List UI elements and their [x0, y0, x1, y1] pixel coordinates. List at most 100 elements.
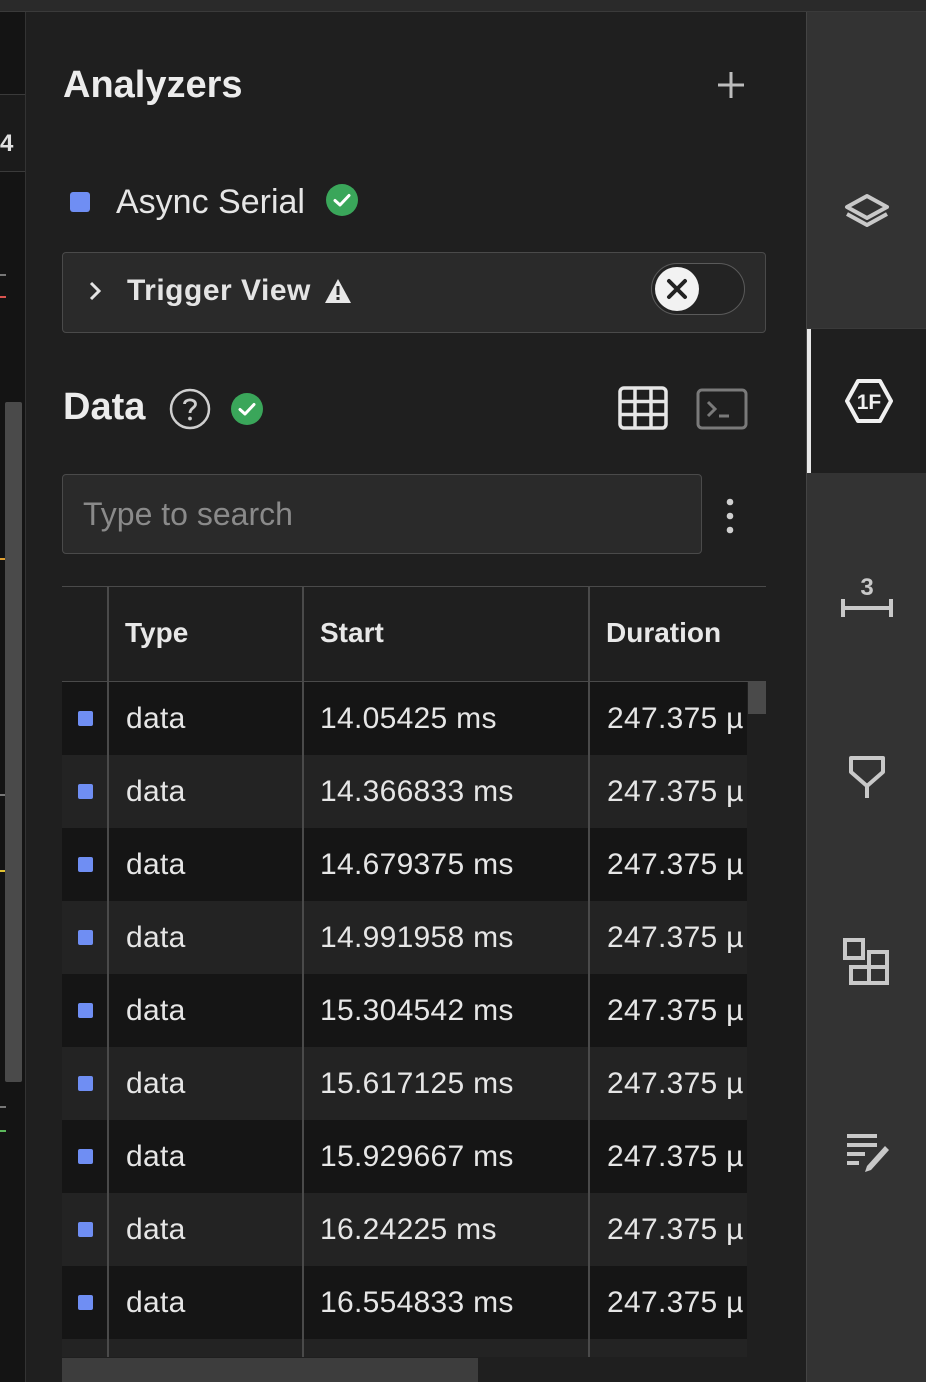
cell-type: data [126, 1067, 186, 1100]
check-circle-icon [230, 392, 264, 431]
table-row[interactable]: data 14.679375 ms 247.375 µ [62, 828, 747, 901]
waveform-tick [0, 274, 6, 276]
cell-duration: 247.375 µ [607, 1067, 744, 1100]
cell-type: data [126, 1286, 186, 1319]
table-body: data 14.05425 ms 247.375 µ data 14.366833 ms… [62, 682, 747, 1357]
sidebar-rail: 1F 3 [806, 12, 926, 1382]
chevron-right-icon[interactable] [85, 279, 105, 308]
cell-start: 15.617125 ms [320, 1067, 514, 1100]
cell-duration: 247.375 µ [607, 1213, 744, 1246]
cell-duration-wrap: 247.375 µ [590, 901, 747, 974]
cell-start: 16.554833 ms [320, 1286, 514, 1319]
cell-start: 14.366833 ms [320, 775, 514, 808]
waveform-tick [0, 296, 6, 298]
measure-label: 3 [860, 574, 873, 601]
cell-type: data [126, 1140, 186, 1173]
channel-color-swatch [78, 1003, 93, 1018]
column-header-start[interactable]: Start [320, 617, 384, 649]
top-border [0, 0, 926, 12]
trigger-view-bar[interactable]: Trigger View [62, 252, 766, 333]
cell-duration-wrap: 247.375 µ [590, 1266, 747, 1339]
cell-start: 15.929667 ms [320, 1140, 514, 1173]
terminal-icon[interactable] [696, 388, 748, 435]
cell-type: data [126, 994, 186, 1027]
search-input[interactable] [62, 474, 702, 554]
table-row[interactable]: data 16.24225 ms 247.375 µ [62, 1193, 747, 1266]
cell-duration: 247.375 µ [607, 702, 744, 735]
table-header: Type Start Duration [62, 587, 766, 682]
table-icon[interactable] [618, 386, 668, 435]
marker-icon[interactable] [807, 722, 926, 832]
channel-color-swatch [78, 711, 93, 726]
column-divider[interactable] [107, 587, 109, 1357]
table-row[interactable]: data 16.554833 ms 247.375 µ [62, 1266, 747, 1339]
data-title: Data [63, 386, 146, 428]
analyzers-1f-icon[interactable]: 1F [807, 329, 926, 473]
timeline-label: 4 [0, 130, 14, 157]
column-divider[interactable] [302, 587, 304, 1357]
cell-duration-wrap: 247.375 µ [590, 974, 747, 1047]
cell-duration: 247.375 µ [607, 1140, 744, 1173]
channel-color-swatch [78, 930, 93, 945]
cell-duration: 247.375 µ [607, 848, 744, 881]
data-table: Type Start Duration data 14.05425 ms 247.3… [62, 586, 766, 1357]
extensions-icon[interactable] [807, 907, 926, 1017]
analyzers-title: Analyzers [63, 64, 243, 106]
cell-duration-wrap: 247.375 µ [590, 755, 747, 828]
help-circle-icon[interactable] [169, 388, 211, 435]
cell-duration-wrap: 247.375 µ [590, 1193, 747, 1266]
cell-duration: 247.375 µ [607, 994, 744, 1027]
more-vertical-icon[interactable] [726, 498, 734, 539]
trigger-view-label: Trigger View [127, 274, 311, 307]
cell-type: data [126, 775, 186, 808]
channel-color-swatch [78, 1076, 93, 1091]
plus-icon[interactable] [716, 66, 746, 106]
close-icon[interactable] [655, 267, 699, 311]
cell-start: 14.991958 ms [320, 921, 514, 954]
trigger-view-toggle[interactable] [651, 263, 745, 315]
column-header-type[interactable]: Type [125, 617, 188, 649]
cell-type: data [126, 848, 186, 881]
waveform-area-edge[interactable]: 4 [0, 12, 26, 1382]
table-row[interactable]: data 15.929667 ms 247.375 µ [62, 1120, 747, 1193]
table-scrollbar[interactable] [748, 682, 766, 714]
waveform-tick [0, 1130, 6, 1132]
cell-start: 14.679375 ms [320, 848, 514, 881]
measure-icon[interactable]: 3 [807, 542, 926, 652]
table-row[interactable]: data 14.991958 ms 247.375 µ [62, 901, 747, 974]
column-header-duration[interactable]: Duration [606, 617, 721, 649]
column-divider[interactable] [588, 587, 590, 1357]
channel-color-swatch [78, 784, 93, 799]
table-row[interactable]: data 14.05425 ms 247.375 µ [62, 682, 747, 755]
cell-type: data [126, 1213, 186, 1246]
table-row[interactable]: data 15.617125 ms 247.375 µ [62, 1047, 747, 1120]
analyzer-item[interactable]: Async Serial [70, 182, 359, 222]
cell-duration-wrap: 247.375 µ [590, 682, 747, 755]
cell-duration: 247.375 µ [607, 775, 744, 808]
check-circle-icon [325, 183, 359, 222]
cell-duration-wrap: 247.375 µ [590, 1120, 747, 1193]
waveform-tick [0, 1106, 6, 1108]
table-row[interactable]: data16.867417 ms247.375 µ [62, 1339, 747, 1357]
cell-duration: 247.375 µ [607, 1286, 744, 1319]
cell-start: 14.05425 ms [320, 702, 497, 735]
layers-icon[interactable] [807, 152, 926, 272]
table-row[interactable]: data 15.304542 ms 247.375 µ [62, 974, 747, 1047]
waveform-scrollbar[interactable] [5, 402, 22, 1082]
table-horizontal-scrollbar[interactable] [62, 1358, 478, 1382]
analyzer-name: Async Serial [116, 182, 305, 221]
cell-duration-wrap: 247.375 µ [590, 1047, 747, 1120]
channel-color-swatch [78, 1222, 93, 1237]
cell-duration-wrap: 247.375 µ [590, 1339, 747, 1357]
cell-type: data [126, 921, 186, 954]
channel-color-swatch [78, 1149, 93, 1164]
cell-start: 16.24225 ms [320, 1213, 497, 1246]
channel-color-swatch [70, 192, 90, 212]
channel-color-swatch [78, 1295, 93, 1310]
table-row[interactable]: data 14.366833 ms 247.375 µ [62, 755, 747, 828]
analyzers-panel: Analyzers Async Serial Trigger View Data [26, 12, 804, 1382]
notes-icon[interactable] [807, 1097, 926, 1207]
svg-text:1F: 1F [857, 391, 882, 414]
cell-duration-wrap: 247.375 µ [590, 828, 747, 901]
cell-start: 15.304542 ms [320, 994, 514, 1027]
